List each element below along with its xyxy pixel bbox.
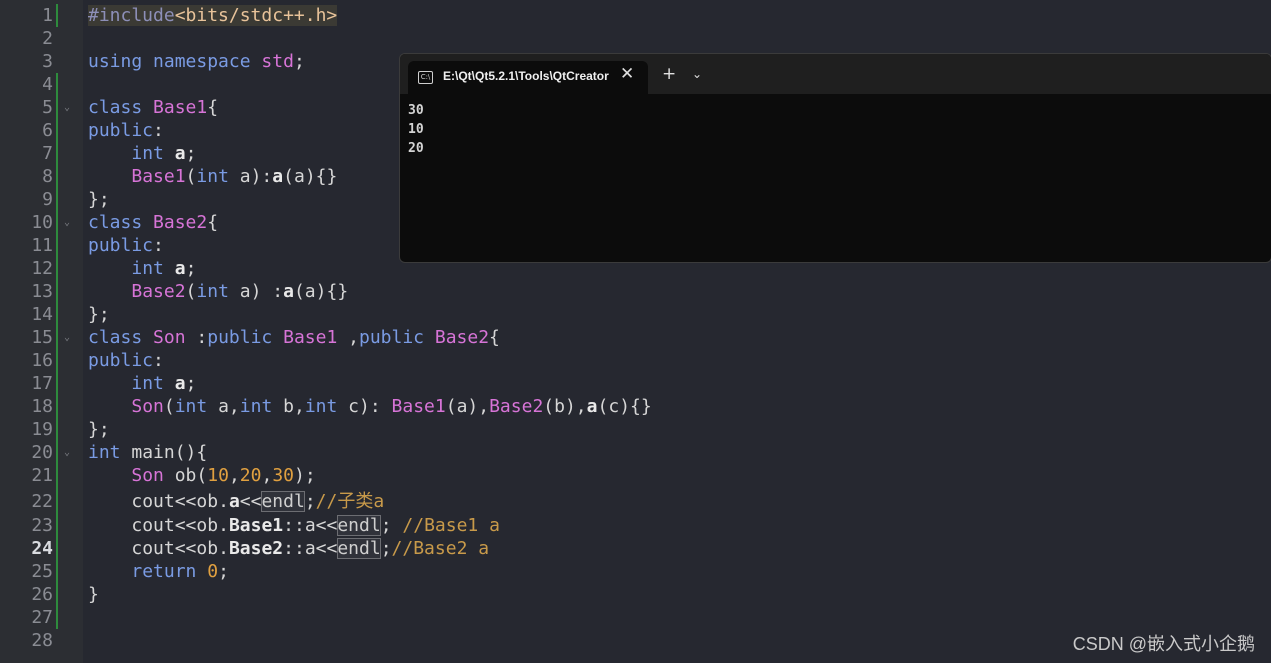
fold-chevron-icon[interactable]: ⌄ xyxy=(64,211,74,234)
code-line-16: public: xyxy=(88,350,164,371)
line-number: 26 xyxy=(31,584,53,605)
line-number: 11 xyxy=(31,235,53,256)
code-line-10: class Base2{ xyxy=(88,212,219,233)
terminal-window[interactable]: C:\ E:\Qt\Qt5.2.1\Tools\QtCreator ✕ + ⌄ … xyxy=(399,53,1271,263)
change-marker xyxy=(56,73,58,629)
line-number: 18 xyxy=(31,396,53,417)
code-line-12: int a; xyxy=(131,258,197,279)
line-number: 16 xyxy=(31,350,53,371)
terminal-output-line: 30 xyxy=(408,103,424,118)
fold-chevron-icon[interactable]: ⌄ xyxy=(64,96,74,119)
code-line-11: public: xyxy=(88,235,164,256)
terminal-tab[interactable]: C:\ E:\Qt\Qt5.2.1\Tools\QtCreator ✕ xyxy=(408,61,648,94)
line-number: 2 xyxy=(42,28,53,49)
line-number: 10 xyxy=(31,212,53,233)
code-line-24: cout<<ob.Base2::a<<endl;//Base2 a xyxy=(131,538,490,559)
fold-chevron-icon[interactable]: ⌄ xyxy=(64,441,74,464)
line-number: 21 xyxy=(31,465,53,486)
code-line-21: Son ob(10,20,30); xyxy=(131,465,316,486)
code-line-13: Base2(int a) :a(a){} xyxy=(131,281,349,302)
line-number: 6 xyxy=(42,120,53,141)
close-icon[interactable]: ✕ xyxy=(620,64,634,84)
dropdown-chevron-icon[interactable]: ⌄ xyxy=(692,67,702,81)
line-number: 1 xyxy=(42,5,53,26)
code-line-9: }; xyxy=(88,189,110,210)
line-number: 23 xyxy=(31,515,53,536)
line-number: 15 xyxy=(31,327,53,348)
fold-chevron-icon[interactable]: ⌄ xyxy=(64,326,74,349)
line-number: 27 xyxy=(31,607,53,628)
code-line-8: Base1(int a):a(a){} xyxy=(131,166,338,187)
line-number: 17 xyxy=(31,373,53,394)
line-number: 20 xyxy=(31,442,53,463)
line-number: 9 xyxy=(42,189,53,210)
code-line-14: }; xyxy=(88,304,110,325)
line-number: 12 xyxy=(31,258,53,279)
console-icon: C:\ xyxy=(418,71,433,84)
line-number: 8 xyxy=(42,166,53,187)
code-line-7: int a; xyxy=(131,143,197,164)
code-line-23: cout<<ob.Base1::a<<endl; //Base1 a xyxy=(131,515,500,536)
terminal-tab-bar: C:\ E:\Qt\Qt5.2.1\Tools\QtCreator ✕ + ⌄ xyxy=(400,54,1271,94)
code-line-22: cout<<ob.a<<endl;//子类a xyxy=(131,491,385,512)
code-line-25: return 0; xyxy=(131,561,229,582)
change-marker xyxy=(56,4,58,27)
line-number: 13 xyxy=(31,281,53,302)
watermark: CSDN @嵌入式小企鹅 xyxy=(1072,634,1255,654)
line-number: 28 xyxy=(31,630,53,651)
line-number: 19 xyxy=(31,419,53,440)
line-number-current: 24 xyxy=(31,538,53,559)
code-line-26: } xyxy=(88,584,99,605)
line-number: 4 xyxy=(42,74,53,95)
line-number: 14 xyxy=(31,304,53,325)
code-line-19: }; xyxy=(88,419,110,440)
terminal-output-line: 10 xyxy=(408,122,424,137)
line-number: 3 xyxy=(42,51,53,72)
code-line-15: class Son :public Base1 ,public Base2{ xyxy=(88,327,500,348)
line-number: 25 xyxy=(31,561,53,582)
new-tab-plus-icon[interactable]: + xyxy=(662,64,676,84)
code-line-18: Son(int a,int b,int c): Base1(a),Base2(b… xyxy=(131,396,652,417)
terminal-output-line: 20 xyxy=(408,141,424,156)
code-line-6: public: xyxy=(88,120,164,141)
terminal-tab-title: E:\Qt\Qt5.2.1\Tools\QtCreator xyxy=(443,69,609,83)
code-line-5: class Base1{ xyxy=(88,97,219,118)
code-line-20: int main(){ xyxy=(88,442,208,463)
line-number: 5 xyxy=(42,97,53,118)
code-line-3: using namespace std; xyxy=(88,51,305,72)
code-line-1: #include<bits/stdc++.h> xyxy=(88,5,338,26)
code-line-17: int a; xyxy=(131,373,197,394)
line-number: 7 xyxy=(42,143,53,164)
line-number: 22 xyxy=(31,491,53,512)
